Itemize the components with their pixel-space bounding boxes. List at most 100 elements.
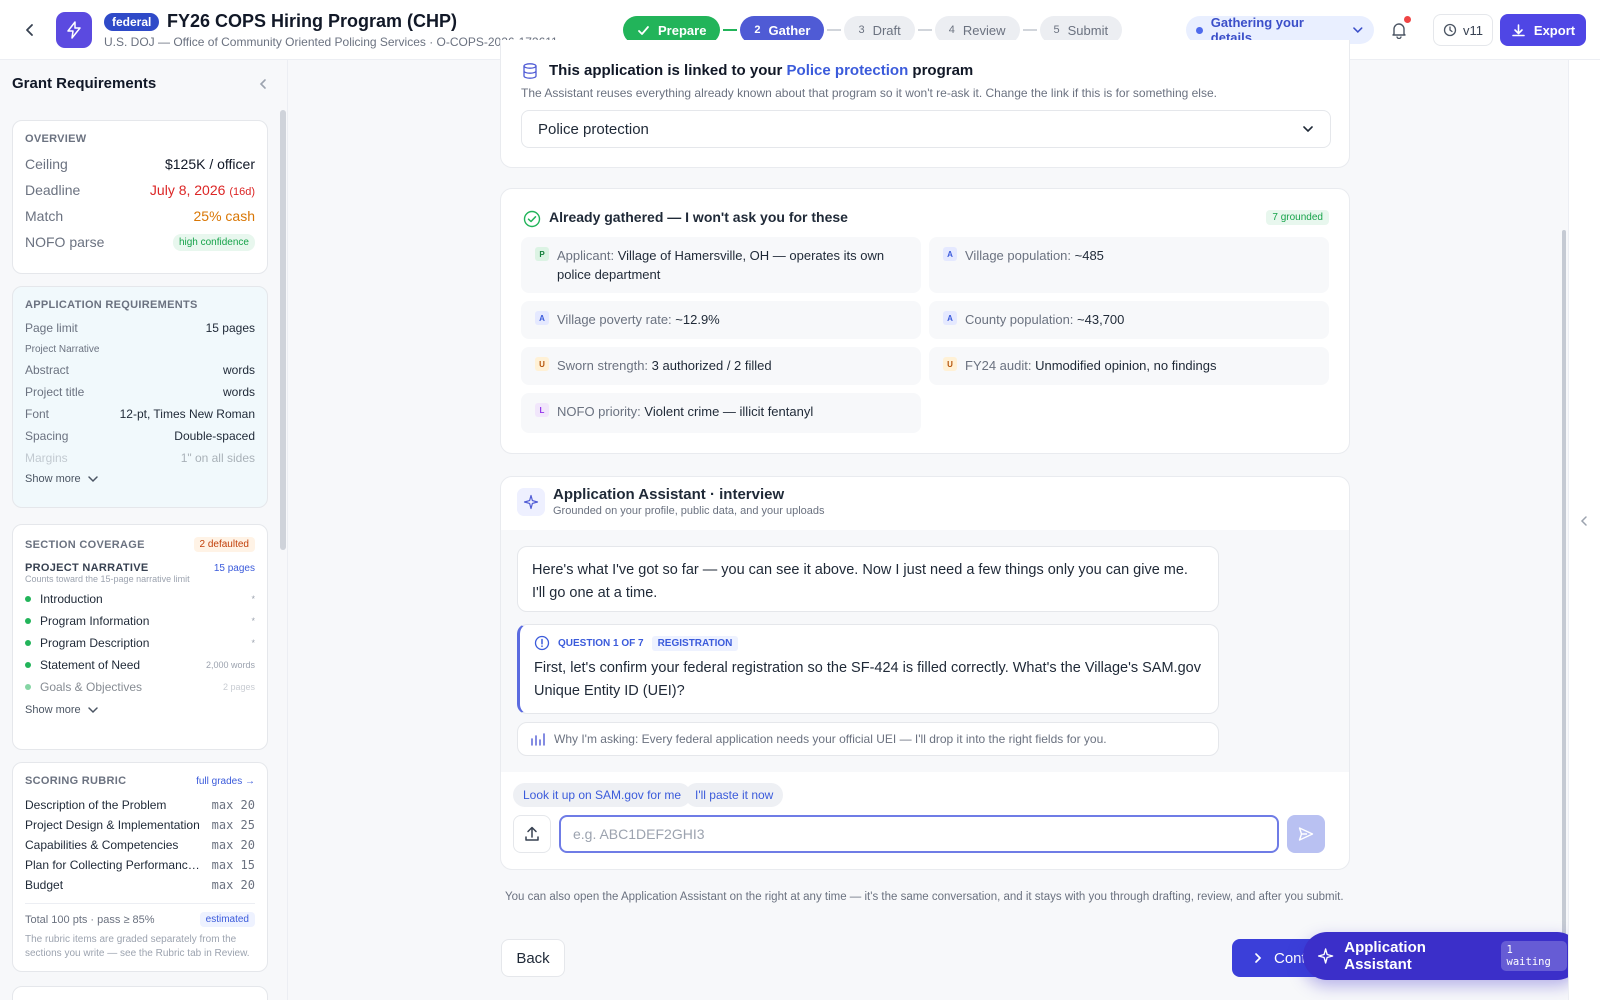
full-grades-link[interactable]: full grades → bbox=[196, 776, 255, 787]
coverage-item-limit: 2,000 words bbox=[205, 660, 255, 670]
step-number: 2 bbox=[754, 24, 761, 36]
coverage-item[interactable]: Program Information * bbox=[25, 610, 255, 632]
fact-value: 3 authorized / 2 filled bbox=[651, 358, 772, 373]
step-label: Gather bbox=[768, 22, 811, 38]
step-connector bbox=[1022, 29, 1037, 31]
gathered-fact: U Sworn strength: 3 authorized / 2 fille… bbox=[521, 347, 921, 385]
quick-reply-label: I'll paste it now bbox=[695, 788, 774, 802]
requirements-heading: APPLICATION REQUIREMENTS bbox=[25, 299, 198, 311]
back-button[interactable]: Back bbox=[501, 939, 565, 977]
fact-label: Village poverty rate: bbox=[557, 312, 676, 327]
step-connector bbox=[917, 29, 932, 31]
requirement-label: Spacing bbox=[25, 429, 69, 443]
assistant-footnote: You can also open the Application Assist… bbox=[505, 891, 1344, 903]
fact-value: ~485 bbox=[1074, 248, 1104, 263]
chevron-down-icon bbox=[87, 476, 98, 483]
program-subtitle: U.S. DOJ — Office of Community Oriented … bbox=[104, 35, 558, 49]
source-tag: P bbox=[535, 247, 549, 261]
coverage-note: Counts toward the 15-page narrative limi… bbox=[25, 574, 190, 584]
source-tag: L bbox=[535, 403, 549, 417]
waiting-badge: 1 waiting bbox=[1500, 941, 1568, 971]
match-value: 25% cash bbox=[193, 208, 255, 224]
coverage-item-limit: * bbox=[251, 638, 255, 648]
question-category-badge: REGISTRATION bbox=[651, 635, 739, 651]
status-dot bbox=[25, 596, 31, 602]
overview-card: OVERVIEW Ceiling $125K / officer Deadlin… bbox=[12, 120, 268, 274]
send-icon bbox=[1298, 827, 1314, 841]
rubric-max: max 20 bbox=[211, 838, 255, 852]
app-logo[interactable] bbox=[56, 12, 92, 48]
assistant-subtitle: Grounded on your profile, public data, a… bbox=[553, 505, 825, 517]
quick-reply-lookup[interactable]: Look it up on SAM.gov for me bbox=[513, 783, 692, 807]
coverage-item[interactable]: Goals & Objectives 2 pages bbox=[25, 676, 255, 698]
coverage-item[interactable]: Introduction * bbox=[25, 588, 255, 610]
overview-row: Deadline July 8, 2026 (16d) bbox=[25, 177, 255, 203]
requirement-value: Double-spaced bbox=[174, 429, 255, 443]
rubric-max: max 25 bbox=[211, 818, 255, 832]
overview-label: Match bbox=[25, 208, 64, 224]
bar-chart-icon bbox=[531, 733, 545, 746]
bolt-icon bbox=[67, 21, 81, 39]
coverage-item[interactable]: Statement of Need 2,000 words bbox=[25, 654, 255, 676]
quick-reply-paste[interactable]: I'll paste it now bbox=[685, 783, 784, 807]
status-dot bbox=[1196, 26, 1203, 34]
fact-label: County population: bbox=[965, 312, 1078, 327]
section-coverage-card: SECTION COVERAGE 2 defaulted PROJECT NAR… bbox=[12, 524, 268, 750]
show-more-requirements[interactable]: Show more bbox=[25, 473, 255, 485]
coverage-item[interactable]: Program Description * bbox=[25, 632, 255, 654]
why-asking-note: Why I'm asking: Every federal applicatio… bbox=[517, 722, 1219, 756]
program-select[interactable]: Police protection bbox=[521, 110, 1331, 148]
fact-label: Applicant: bbox=[557, 248, 618, 263]
requirement-row: Project title words bbox=[25, 381, 255, 403]
question-header: QUESTION 1 OF 7 REGISTRATION bbox=[534, 635, 1204, 651]
step-number: 3 bbox=[858, 24, 865, 36]
overview-label: Deadline bbox=[25, 182, 81, 198]
chevron-left-icon bbox=[1580, 516, 1587, 526]
chevron-left-icon bbox=[26, 24, 33, 36]
linked-title-post: program bbox=[908, 62, 974, 79]
rubric-max: max 20 bbox=[211, 798, 255, 812]
requirement-value: 12-pt, Times New Roman bbox=[119, 407, 255, 421]
requirement-row: Page limit 15 pages bbox=[25, 317, 255, 339]
history-icon bbox=[1443, 23, 1457, 37]
gathered-fact: A County population: ~43,700 bbox=[929, 301, 1329, 339]
coverage-section-title: PROJECT NARRATIVE bbox=[25, 562, 149, 574]
gathered-fact: P Applicant: Village of Hamersville, OH … bbox=[521, 237, 921, 293]
requirement-value: 1" on all sides bbox=[180, 451, 255, 465]
gathered-fact: U FY24 audit: Unmodified opinion, no fin… bbox=[929, 347, 1329, 385]
source-tag: A bbox=[943, 311, 957, 325]
sparkle-icon bbox=[1317, 948, 1334, 964]
step-number: 5 bbox=[1053, 24, 1060, 36]
chat-thread: Here's what I've got so far — you can se… bbox=[501, 530, 1349, 772]
requirement-value: words bbox=[222, 385, 255, 399]
overview-row: Match 25% cash bbox=[25, 203, 255, 229]
fact-value: ~43,700 bbox=[1077, 312, 1125, 327]
chevron-down-icon bbox=[1303, 126, 1313, 133]
export-button[interactable]: Export bbox=[1500, 14, 1586, 46]
coverage-item-limit: * bbox=[251, 594, 255, 604]
coverage-item-label: Program Description bbox=[40, 636, 150, 650]
days-remaining: (16d) bbox=[229, 186, 255, 198]
notifications-button[interactable] bbox=[1386, 16, 1412, 43]
rubric-item: Plan for Collecting Performance Data bbox=[25, 858, 203, 872]
upload-icon bbox=[525, 826, 539, 841]
upload-button[interactable] bbox=[513, 815, 551, 853]
requirements-card: APPLICATION REQUIREMENTS Page limit 15 pa… bbox=[12, 286, 268, 508]
show-more-coverage[interactable]: Show more bbox=[25, 704, 255, 716]
assistant-right-rail[interactable] bbox=[1568, 60, 1600, 1000]
show-more-label: Show more bbox=[25, 473, 81, 485]
linked-program-link[interactable]: Police protection bbox=[787, 62, 909, 79]
download-icon bbox=[1512, 23, 1525, 36]
uei-answer-input[interactable] bbox=[559, 815, 1279, 853]
requirement-label: Project title bbox=[25, 385, 85, 399]
application-assistant-launcher[interactable]: Application Assistant 1 waiting bbox=[1303, 932, 1581, 980]
assistant-title: Application Assistant · interview bbox=[553, 486, 785, 503]
coverage-item-limit: * bbox=[251, 616, 255, 626]
overview-row: NOFO parse high confidence bbox=[25, 229, 255, 255]
sidebar-scrollbar[interactable] bbox=[280, 110, 286, 550]
collapse-sidebar-button[interactable] bbox=[254, 75, 272, 93]
main-scrollbar[interactable] bbox=[1562, 230, 1566, 940]
version-button[interactable]: v11 bbox=[1433, 14, 1493, 46]
send-button[interactable] bbox=[1287, 815, 1325, 853]
back-arrow-button[interactable] bbox=[18, 18, 42, 42]
